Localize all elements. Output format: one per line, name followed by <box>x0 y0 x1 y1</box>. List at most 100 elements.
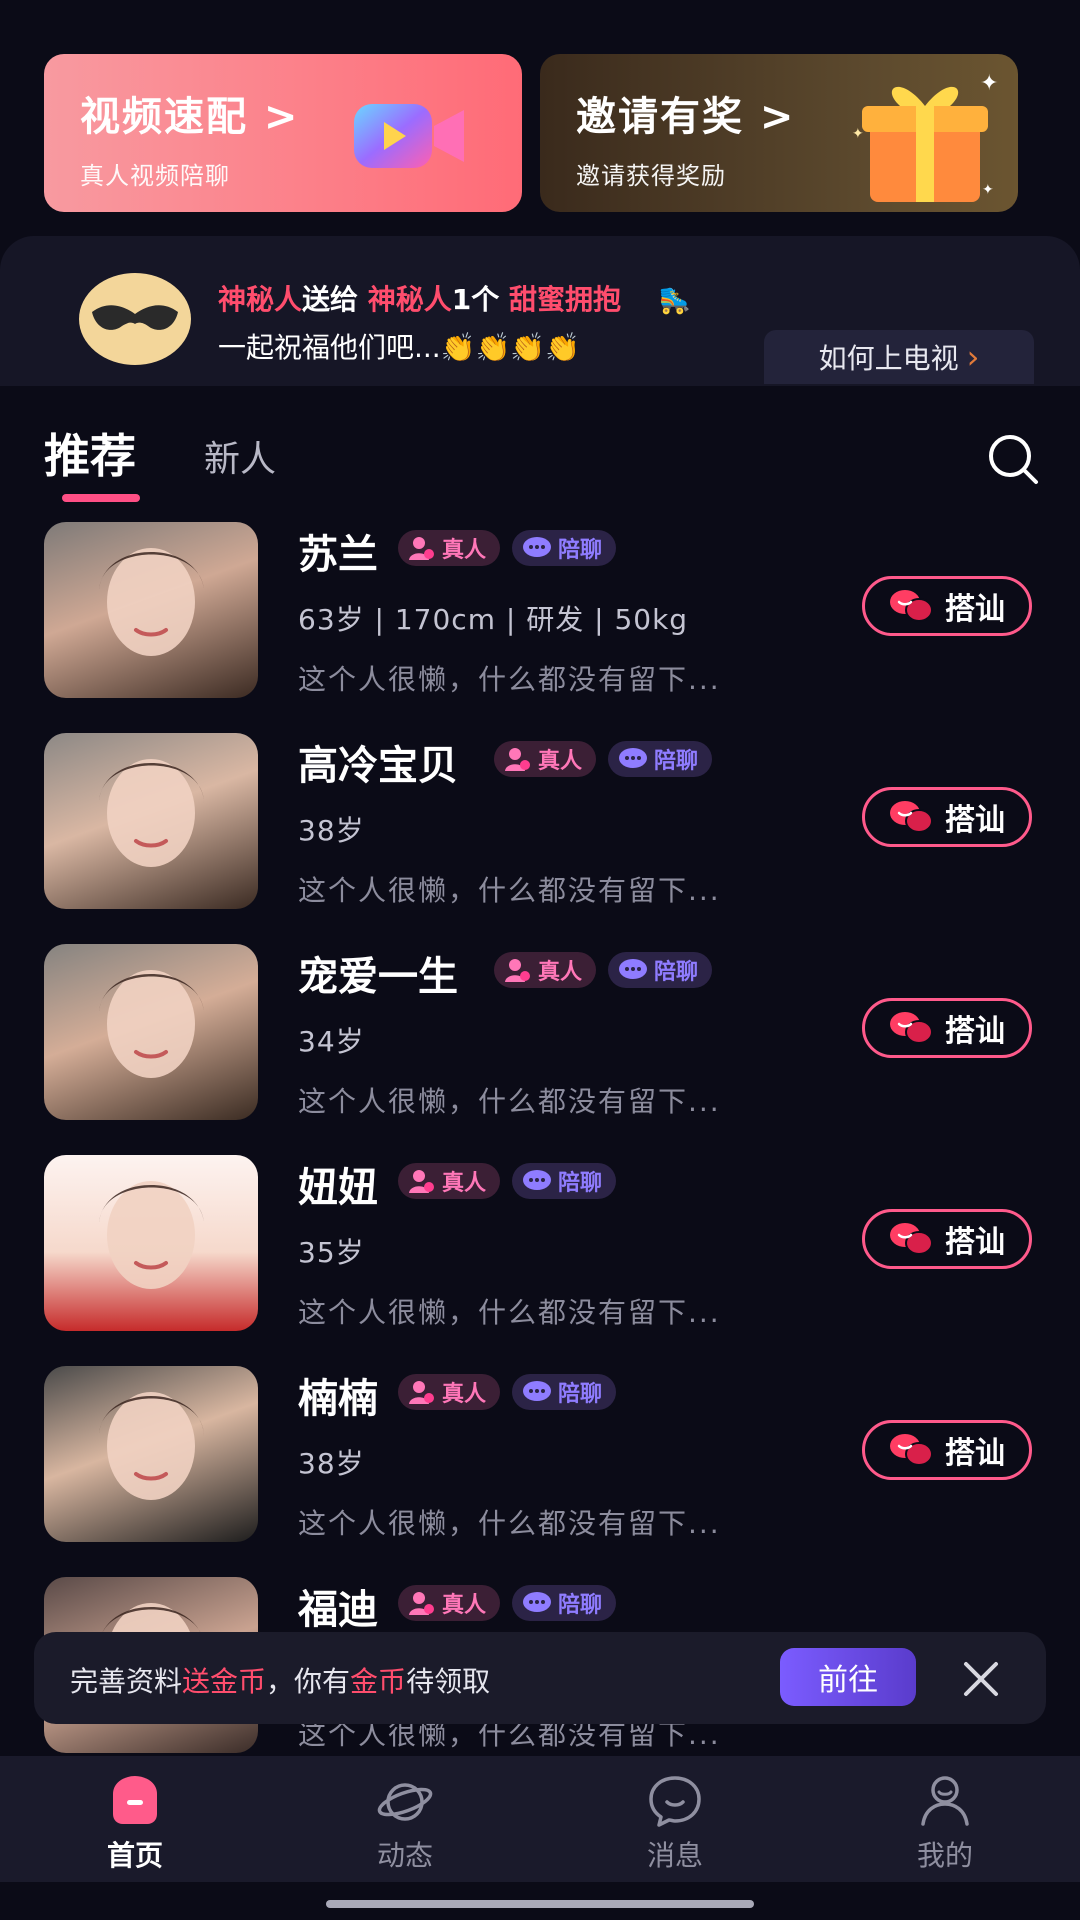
chat-badge-label: 陪聊 <box>654 749 699 774</box>
user-info: 35岁 <box>298 1236 365 1269</box>
nav-feed-label: 动态 <box>376 1839 433 1872</box>
person-check-icon <box>409 1592 434 1615</box>
real-badge-label: 真人 <box>538 749 583 774</box>
person-check-icon <box>409 1381 434 1404</box>
broadcast-gift: 甜蜜拥抱 <box>509 283 622 316</box>
companion-chat-badge: 陪聊 <box>608 741 713 777</box>
nav-home[interactable]: 首页 <box>0 1756 270 1882</box>
chat-button-label: 搭讪 <box>945 1436 1005 1471</box>
tv-button-label: 如何上电视 <box>818 342 959 375</box>
nav-messages-label: 消息 <box>646 1839 703 1872</box>
nav-messages[interactable]: 消息 <box>540 1756 810 1882</box>
real-badge-label: 真人 <box>442 1382 487 1407</box>
active-tab-indicator <box>62 494 140 502</box>
strike-up-chat-button[interactable]: 搭讪 <box>862 1420 1032 1480</box>
planet-icon <box>377 1783 433 1821</box>
user-avatar[interactable] <box>44 1366 258 1542</box>
tab-new[interactable]: 新人 <box>204 430 276 482</box>
strike-up-chat-button[interactable]: 搭讪 <box>862 787 1032 847</box>
person-check-icon <box>409 537 434 560</box>
chat-button-label: 搭讪 <box>945 1014 1005 1049</box>
user-bio: 这个人很懒，什么都没有留下... <box>298 1507 721 1540</box>
companion-chat-badge: 陪聊 <box>512 1374 617 1410</box>
tab-recommend[interactable]: 推荐 <box>44 420 136 486</box>
system-home-indicator <box>326 1900 754 1908</box>
toast-text-e: 待领取 <box>406 1665 491 1698</box>
companion-chat-badge: 陪聊 <box>512 1585 617 1621</box>
nav-feed[interactable]: 动态 <box>270 1756 540 1882</box>
search-icon[interactable] <box>986 432 1040 486</box>
invite-banner[interactable]: 邀请有奖 > 邀请获得奖励 ✦ ✦ ✦ <box>540 54 1018 212</box>
toast-text-c: ，你有 <box>266 1665 351 1698</box>
svg-text:✦: ✦ <box>980 71 998 96</box>
chat-bubble-icon <box>619 959 648 979</box>
chat-badge-label: 陪聊 <box>558 538 603 563</box>
chat-bubbles-icon <box>890 1434 933 1466</box>
invite-title: 邀请有奖 > <box>576 94 796 140</box>
person-check-icon <box>505 748 530 771</box>
avatar-portrait-icon <box>99 759 204 867</box>
user-row[interactable]: 宠爱一生 真人 陪聊 34岁 这个人很懒，什么都没有留下... 搭讪 <box>0 944 1080 1154</box>
user-badges: 真人 陪聊 <box>398 530 617 566</box>
user-avatar[interactable] <box>44 733 258 909</box>
broadcast-message: 神秘人送给 神秘人1个 甜蜜拥抱 🛼 <box>218 278 691 318</box>
avatar-portrait-icon <box>99 548 204 656</box>
strike-up-chat-button[interactable]: 搭讪 <box>862 1209 1032 1269</box>
invite-subtitle: 邀请获得奖励 <box>576 162 726 190</box>
profile-icon <box>921 1776 969 1826</box>
user-info: 38岁 <box>298 814 365 847</box>
user-row[interactable]: 苏兰 真人 陪聊 63岁 | 170cm | 研发 | 50kg 这个人很懒，什么都没有… <box>0 522 1080 732</box>
how-to-get-on-tv-button[interactable]: 如何上电视 › <box>764 330 1034 384</box>
broadcast-blessing: 一起祝福他们吧...👏👏👏👏 <box>218 331 581 364</box>
chat-badge-label: 陪聊 <box>558 1382 603 1407</box>
broadcast-action: 送给 <box>302 283 359 316</box>
user-row[interactable]: 楠楠 真人 陪聊 38岁 这个人很懒，什么都没有留下... 搭讪 <box>0 1366 1080 1576</box>
gift-item-icon: 🛼 <box>658 286 692 316</box>
real-badge-label: 真人 <box>442 1171 487 1196</box>
home-icon <box>113 1776 157 1824</box>
real-person-badge: 真人 <box>398 530 501 566</box>
real-person-badge: 真人 <box>398 1585 501 1621</box>
user-avatar[interactable] <box>44 1155 258 1331</box>
nav-profile-label: 我的 <box>916 1839 973 1872</box>
nav-profile[interactable]: 我的 <box>810 1756 1080 1882</box>
svg-text:✦: ✦ <box>982 182 994 198</box>
close-icon[interactable] <box>956 1654 1006 1704</box>
companion-chat-badge: 陪聊 <box>512 1163 617 1199</box>
broadcast-receiver: 神秘人 <box>367 283 452 316</box>
toast-text-d: 金币 <box>350 1665 407 1698</box>
chat-button-label: 搭讪 <box>945 803 1005 838</box>
user-info: 63岁 | 170cm | 研发 | 50kg <box>298 603 689 636</box>
user-badges: 真人 陪聊 <box>494 952 713 988</box>
real-person-badge: 真人 <box>494 952 597 988</box>
user-bio: 这个人很懒，什么都没有留下... <box>298 874 721 907</box>
toast-go-button[interactable]: 前往 <box>780 1648 916 1706</box>
user-name: 福迪 <box>298 1587 378 1633</box>
chat-button-label: 搭讪 <box>945 1225 1005 1260</box>
bottom-nav: 首页 动态 消息 我的 <box>0 1756 1080 1882</box>
user-avatar[interactable] <box>44 944 258 1120</box>
person-check-icon <box>505 959 530 982</box>
user-name: 高冷宝贝 <box>298 743 458 789</box>
companion-chat-badge: 陪聊 <box>512 530 617 566</box>
video-match-banner[interactable]: 视频速配 > 真人视频陪聊 <box>44 54 522 212</box>
strike-up-chat-button[interactable]: 搭讪 <box>862 576 1032 636</box>
real-person-badge: 真人 <box>398 1163 501 1199</box>
user-row[interactable]: 高冷宝贝 真人 陪聊 38岁这个人很懒，什么都没有留下... 搭讪 <box>0 733 1080 943</box>
strike-up-chat-button[interactable]: 搭讪 <box>862 998 1032 1058</box>
user-badges: 真人 陪聊 <box>398 1163 617 1199</box>
user-name: 苏兰 <box>298 532 378 578</box>
user-bio: 这个人很懒，什么都没有留下... <box>298 1296 721 1329</box>
chat-bubbles-icon <box>890 1012 933 1044</box>
real-badge-label: 真人 <box>442 538 487 563</box>
video-camera-icon <box>354 104 464 168</box>
chat-badge-label: 陪聊 <box>558 1171 603 1196</box>
chat-bubble-icon <box>523 1592 552 1612</box>
chat-bubble-icon <box>523 1170 552 1190</box>
chat-bubbles-icon <box>890 590 933 622</box>
user-row[interactable]: 妞妞 真人 陪聊 35岁 这个人很懒，什么都没有留下... 搭讪 <box>0 1155 1080 1365</box>
user-avatar[interactable] <box>44 522 258 698</box>
chat-badge-label: 陪聊 <box>654 960 699 985</box>
real-badge-label: 真人 <box>538 960 583 985</box>
real-person-badge: 真人 <box>398 1374 501 1410</box>
